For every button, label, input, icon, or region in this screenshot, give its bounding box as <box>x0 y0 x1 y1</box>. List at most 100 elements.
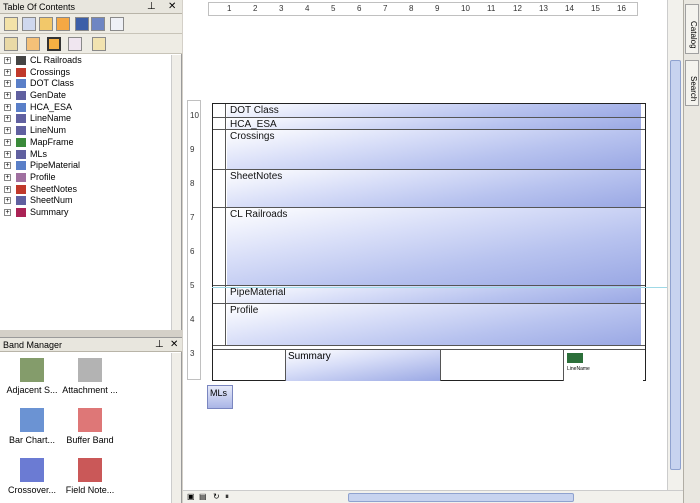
expand-icon[interactable]: + <box>4 103 11 111</box>
mls-band-tab[interactable]: MLs <box>207 385 233 409</box>
band-profile[interactable]: Profile <box>213 304 645 346</box>
ruler-tick-label: 16 <box>617 4 626 13</box>
expand-icon[interactable]: + <box>4 208 11 216</box>
toc-item-label: CL Railroads <box>30 55 82 65</box>
toc-item[interactable]: + MapFrame <box>0 137 172 149</box>
vertical-scroll-thumb[interactable] <box>670 60 681 470</box>
catalog-tab-label: Catalog <box>689 21 698 49</box>
band-manager-item[interactable]: Field Note... <box>62 458 118 495</box>
catalog-tab[interactable]: Catalog <box>685 4 699 54</box>
close-icon[interactable]: ✕ <box>168 0 176 14</box>
expand-icon[interactable]: + <box>4 138 11 146</box>
toc-title-bar: Table Of Contents ⊥ ✕ <box>0 0 182 14</box>
toc-item[interactable]: + DOT Class <box>0 78 172 90</box>
toc-item[interactable]: + SheetNum <box>0 195 172 207</box>
band-manager-item[interactable]: Buffer Band <box>62 408 118 445</box>
list-by-selection-icon[interactable] <box>56 17 70 31</box>
band-manager-item[interactable]: Crossover... <box>4 458 60 495</box>
check-icon[interactable] <box>68 37 82 51</box>
list-by-source-icon[interactable] <box>22 17 36 31</box>
open-icon[interactable] <box>26 37 40 51</box>
band-sheetnotes[interactable]: SheetNotes <box>213 170 645 208</box>
expand-icon[interactable]: + <box>4 68 11 76</box>
list-by-drawing-icon[interactable] <box>4 17 18 31</box>
band-manager-title: Band Manager <box>3 340 63 350</box>
pause-icon[interactable]: ⏸ <box>225 492 229 502</box>
horizontal-scroll-thumb[interactable] <box>348 493 574 502</box>
layers-icon[interactable] <box>47 37 61 51</box>
toc-item-label: DOT Class <box>30 78 74 89</box>
toc-item-label: LineNum <box>30 125 67 136</box>
edit-view-icon[interactable] <box>91 17 105 31</box>
layout-view-icon[interactable] <box>75 17 89 31</box>
band-manager-item-label: Field Note... <box>65 485 115 495</box>
options-icon[interactable] <box>4 37 18 51</box>
view-mode-icon[interactable]: ▣ <box>187 492 195 501</box>
horizontal-ruler: 1 2 3 4 5 6 7 8 9 10 11 12 13 14 15 16 <box>208 2 638 16</box>
toc-tree: + CL Railroads + Crossings + DOT Class + GenDat… <box>0 55 172 219</box>
expand-icon[interactable]: + <box>4 197 11 205</box>
expand-icon[interactable]: + <box>4 57 11 64</box>
report-layout[interactable]: DOT Class HCA_ESA Crossings SheetNotes CL Ra… <box>212 103 646 381</box>
pin-icon[interactable]: ⊥ <box>155 338 164 352</box>
ruler-tick-label: 5 <box>190 281 195 290</box>
summary-label: Summary <box>288 351 331 362</box>
layout-horizontal-scrollbar[interactable]: ▣ ▤ ↻ ⏸ <box>183 490 683 503</box>
band-manager-title-bar: Band Manager ⊥ ✕ <box>0 338 182 352</box>
toc-item[interactable]: + GenDate <box>0 90 172 102</box>
grid-icon[interactable] <box>110 17 124 31</box>
band-cl-railroads[interactable]: CL Railroads <box>213 208 645 286</box>
page-icon[interactable]: ▤ <box>199 492 207 501</box>
band-body: Crossings <box>227 130 641 169</box>
ruler-tick-label: 14 <box>565 4 574 13</box>
toc-item[interactable]: + Crossings <box>0 67 172 79</box>
logo-icon <box>567 353 583 363</box>
close-icon[interactable]: ✕ <box>170 338 178 352</box>
list-by-visibility-icon[interactable] <box>39 17 53 31</box>
expand-icon[interactable]: + <box>4 150 11 158</box>
toc-scrollbar[interactable] <box>171 55 181 330</box>
layout-vertical-scrollbar[interactable] <box>667 0 683 490</box>
expand-icon[interactable]: + <box>4 185 11 193</box>
summary-band[interactable]: Summary LineName <box>213 349 645 381</box>
search-tab[interactable]: Search <box>685 60 699 106</box>
band-body: Profile <box>227 304 641 345</box>
band-manager-item[interactable]: Bar Chart... <box>4 408 60 445</box>
toc-item[interactable]: + CL Railroads <box>0 55 172 67</box>
band-manager-scrollbar[interactable] <box>171 353 181 503</box>
toc-item[interactable]: + SheetNotes <box>0 184 172 196</box>
expand-icon[interactable]: + <box>4 92 11 100</box>
band-manager-item[interactable]: Attachment ... <box>62 358 118 395</box>
expand-icon[interactable]: + <box>4 80 11 88</box>
profile-icon <box>16 172 26 182</box>
ruler-tick-label: 8 <box>190 179 195 188</box>
toc-item[interactable]: + HCA_ESA <box>0 102 172 114</box>
expand-icon[interactable]: + <box>4 173 11 181</box>
band-label: SheetNotes <box>230 171 283 182</box>
band-dot-class[interactable]: DOT Class <box>213 104 645 118</box>
toc-item[interactable]: + Summary <box>0 207 172 219</box>
band-manager-item[interactable]: Adjacent S... <box>4 358 60 395</box>
summary-box[interactable]: Summary <box>285 350 441 381</box>
toc-item[interactable]: + LineName <box>0 113 172 125</box>
band-pipematerial[interactable]: PipeMaterial <box>213 286 645 304</box>
expand-icon[interactable]: + <box>4 115 11 123</box>
refresh-icon[interactable]: ↻ <box>213 492 220 501</box>
expand-icon[interactable]: + <box>4 127 11 135</box>
pin-icon[interactable]: ⊥ <box>147 0 156 14</box>
expand-icon[interactable]: + <box>4 162 11 170</box>
notebook-icon <box>78 458 102 482</box>
ruler-tick-label: 1 <box>227 4 232 13</box>
band-hca-esa[interactable]: HCA_ESA <box>213 118 645 130</box>
band-icon <box>16 102 26 112</box>
band-manager-pane: Band Manager ⊥ ✕ Adjacent S... Attachment… <box>0 337 182 503</box>
band-gutter <box>213 170 226 207</box>
ruler-tick-label: 11 <box>487 4 496 13</box>
band-crossings[interactable]: Crossings <box>213 130 645 170</box>
toc-item[interactable]: + MLs <box>0 149 172 161</box>
toc-pane: Table Of Contents ⊥ ✕ + CL Railroads + Cros… <box>0 0 182 330</box>
toc-item[interactable]: + PipeMaterial <box>0 160 172 172</box>
toc-item[interactable]: + Profile <box>0 172 172 184</box>
lock-icon[interactable] <box>92 37 106 51</box>
toc-item[interactable]: + LineNum <box>0 125 172 137</box>
